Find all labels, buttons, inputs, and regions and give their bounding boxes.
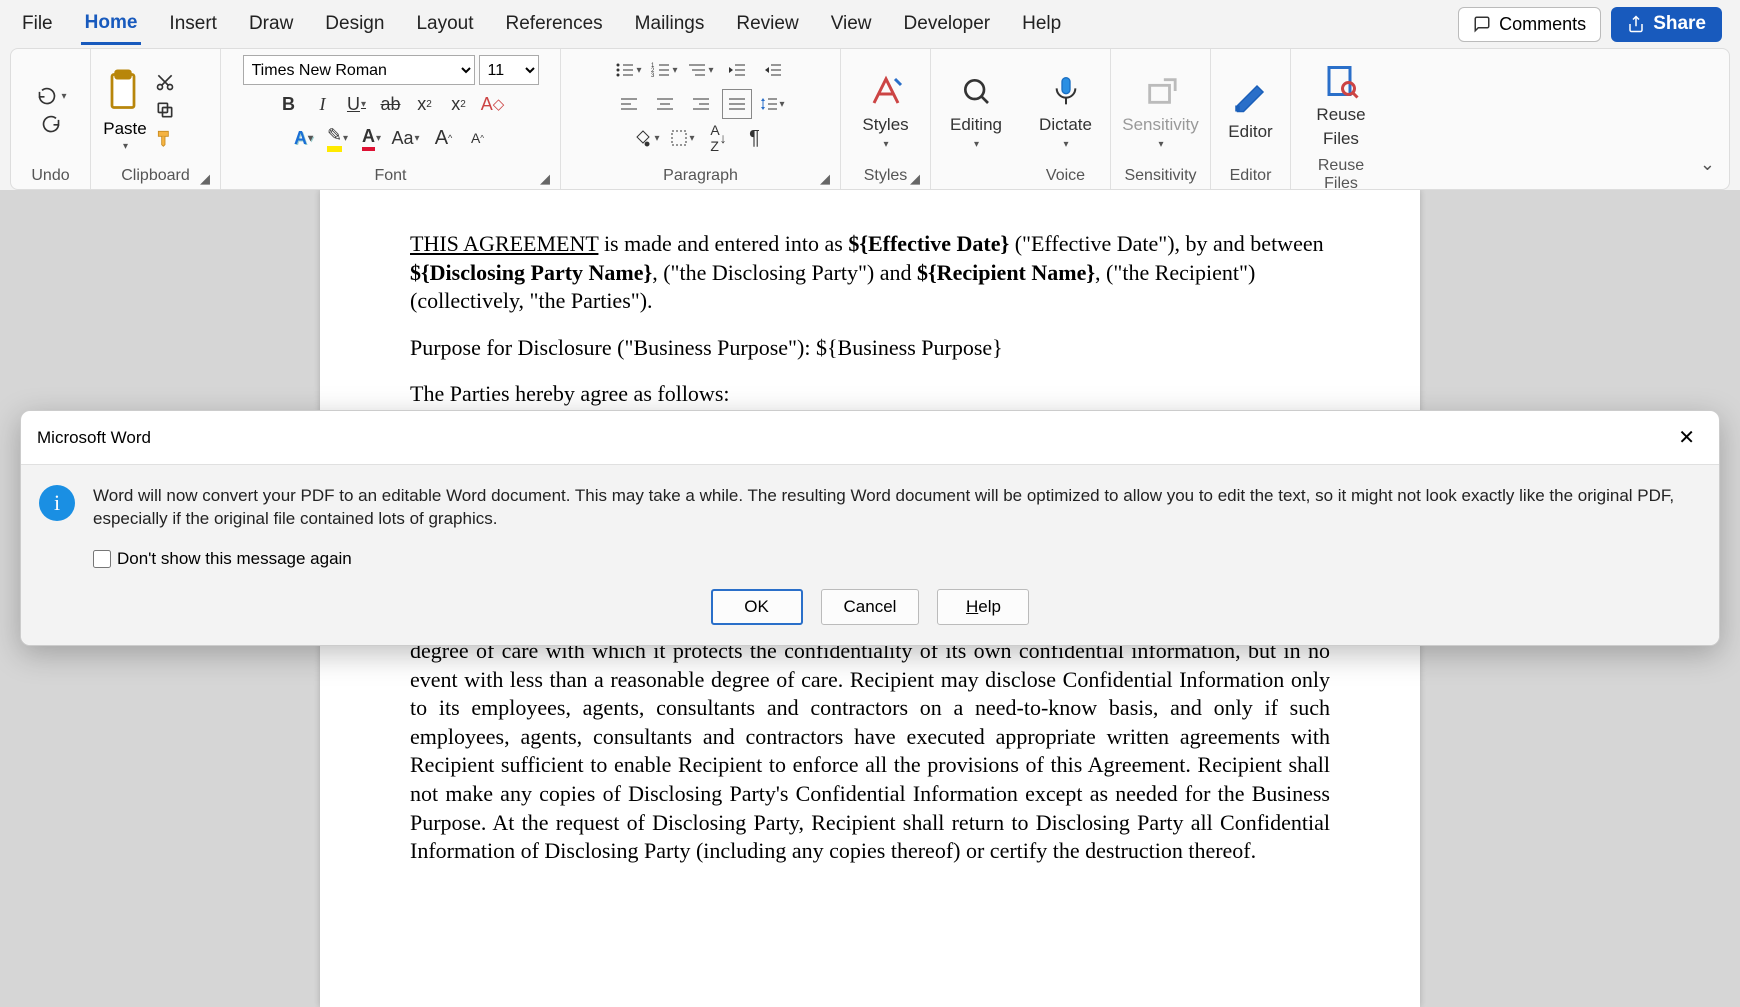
editor-icon	[1231, 78, 1271, 118]
line-spacing-button[interactable]: ▾	[758, 89, 788, 119]
cut-button[interactable]	[155, 72, 175, 92]
reuse-files-group-label: Reuse Files	[1301, 155, 1381, 195]
microphone-icon	[1046, 71, 1086, 111]
superscript-button[interactable]: x2	[444, 89, 474, 119]
italic-button[interactable]: I	[308, 89, 338, 119]
copy-button[interactable]	[155, 100, 175, 120]
search-icon	[956, 71, 996, 111]
text-effects-button[interactable]: A▾	[289, 123, 319, 153]
numbering-button[interactable]: 123▾	[650, 55, 680, 85]
ribbon-tabs: File Home Insert Draw Design Layout Refe…	[0, 0, 1740, 48]
tab-file[interactable]: File	[18, 5, 57, 43]
font-size-select[interactable]: 11	[479, 55, 539, 85]
svg-text:3: 3	[651, 73, 655, 78]
paste-label: Paste	[103, 119, 146, 139]
dialog-close-button[interactable]: ✕	[1670, 421, 1703, 454]
sort-button[interactable]: AZ↓	[704, 123, 734, 153]
redo-button[interactable]	[40, 114, 62, 134]
borders-button[interactable]: ▾	[668, 123, 698, 153]
tab-draw[interactable]: Draw	[245, 5, 297, 43]
align-right-button[interactable]	[686, 89, 716, 119]
comments-button[interactable]: Comments	[1458, 7, 1601, 42]
highlight-button[interactable]: ✎▾	[323, 123, 353, 153]
tab-developer[interactable]: Developer	[900, 5, 995, 43]
tab-insert[interactable]: Insert	[165, 5, 221, 43]
align-left-button[interactable]	[614, 89, 644, 119]
ok-button[interactable]: OK	[711, 589, 803, 625]
multilevel-list-button[interactable]: ▾	[686, 55, 716, 85]
reuse-files-button[interactable]: Reuse Files	[1304, 55, 1377, 155]
share-button[interactable]: Share	[1611, 7, 1722, 42]
paragraph-group-label: Paragraph	[571, 165, 830, 187]
clipboard-launcher[interactable]: ◢	[200, 171, 214, 185]
styles-launcher[interactable]: ◢	[910, 171, 924, 185]
styles-icon	[866, 71, 906, 111]
tab-view[interactable]: View	[827, 5, 876, 43]
tab-layout[interactable]: Layout	[412, 5, 477, 43]
ribbon: ▾ Undo Paste ▾ Clipboard ◢	[10, 48, 1730, 190]
share-label: Share	[1653, 13, 1706, 35]
undo-button[interactable]: ▾	[34, 86, 66, 106]
help-button[interactable]: Help	[937, 589, 1029, 625]
change-case-button[interactable]: Aa▾	[391, 123, 421, 153]
comments-label: Comments	[1499, 14, 1586, 35]
cancel-button[interactable]: Cancel	[821, 589, 920, 625]
justify-button[interactable]	[722, 89, 752, 119]
bold-button[interactable]: B	[274, 89, 304, 119]
paragraph-launcher[interactable]: ◢	[820, 171, 834, 185]
undo-group-label: Undo	[21, 165, 80, 187]
tab-design[interactable]: Design	[321, 5, 388, 43]
editing-button[interactable]: Editing▾	[938, 65, 1014, 156]
voice-group-label: Voice	[1031, 165, 1100, 187]
increase-indent-button[interactable]	[758, 55, 788, 85]
strikethrough-button[interactable]: ab	[376, 89, 406, 119]
show-marks-button[interactable]: ¶	[740, 123, 770, 153]
clear-formatting-button[interactable]: A◇	[478, 89, 508, 119]
tab-references[interactable]: References	[502, 5, 607, 43]
sensitivity-group-label: Sensitivity	[1121, 165, 1200, 187]
shading-button[interactable]: ▾	[632, 123, 662, 153]
tab-review[interactable]: Review	[732, 5, 802, 43]
info-icon: i	[39, 485, 75, 521]
paste-button[interactable]: Paste ▾	[101, 69, 149, 152]
pdf-convert-dialog: Microsoft Word ✕ i Word will now convert…	[20, 410, 1720, 646]
editor-button[interactable]: Editor	[1216, 72, 1284, 148]
tab-help[interactable]: Help	[1018, 5, 1065, 43]
dont-show-again-checkbox[interactable]	[93, 550, 111, 568]
styles-button[interactable]: Styles▾	[850, 65, 920, 156]
dont-show-again-label[interactable]: Don't show this message again	[93, 549, 1701, 569]
sensitivity-icon	[1141, 71, 1181, 111]
underline-button[interactable]: U▾	[342, 89, 372, 119]
decrease-indent-button[interactable]	[722, 55, 752, 85]
bullets-button[interactable]: ▾	[614, 55, 644, 85]
share-icon	[1627, 15, 1645, 33]
shrink-font-button[interactable]: A^	[463, 123, 493, 153]
dialog-title: Microsoft Word	[37, 428, 151, 448]
tab-home[interactable]: Home	[81, 4, 142, 45]
paste-icon	[101, 69, 149, 117]
doc-this-agreement: THIS AGREEMENT	[410, 231, 598, 256]
editor-group-label: Editor	[1221, 165, 1280, 187]
reuse-files-icon	[1321, 61, 1361, 101]
tab-mailings[interactable]: Mailings	[631, 5, 709, 43]
format-painter-button[interactable]	[155, 128, 175, 148]
dialog-message: Word will now convert your PDF to an edi…	[93, 485, 1701, 531]
subscript-button[interactable]: x2	[410, 89, 440, 119]
sensitivity-button[interactable]: Sensitivity▾	[1110, 65, 1211, 156]
font-launcher[interactable]: ◢	[540, 171, 554, 185]
dictate-button[interactable]: Dictate▾	[1027, 65, 1104, 156]
font-group-label: Font	[231, 165, 550, 187]
comment-icon	[1473, 15, 1491, 33]
grow-font-button[interactable]: A^	[429, 123, 459, 153]
font-name-select[interactable]: Times New Roman	[243, 55, 475, 85]
clipboard-group-label: Clipboard	[101, 165, 210, 187]
font-color-button[interactable]: A▾	[357, 123, 387, 153]
collapse-ribbon-button[interactable]: ⌄	[1700, 154, 1715, 175]
align-center-button[interactable]	[650, 89, 680, 119]
